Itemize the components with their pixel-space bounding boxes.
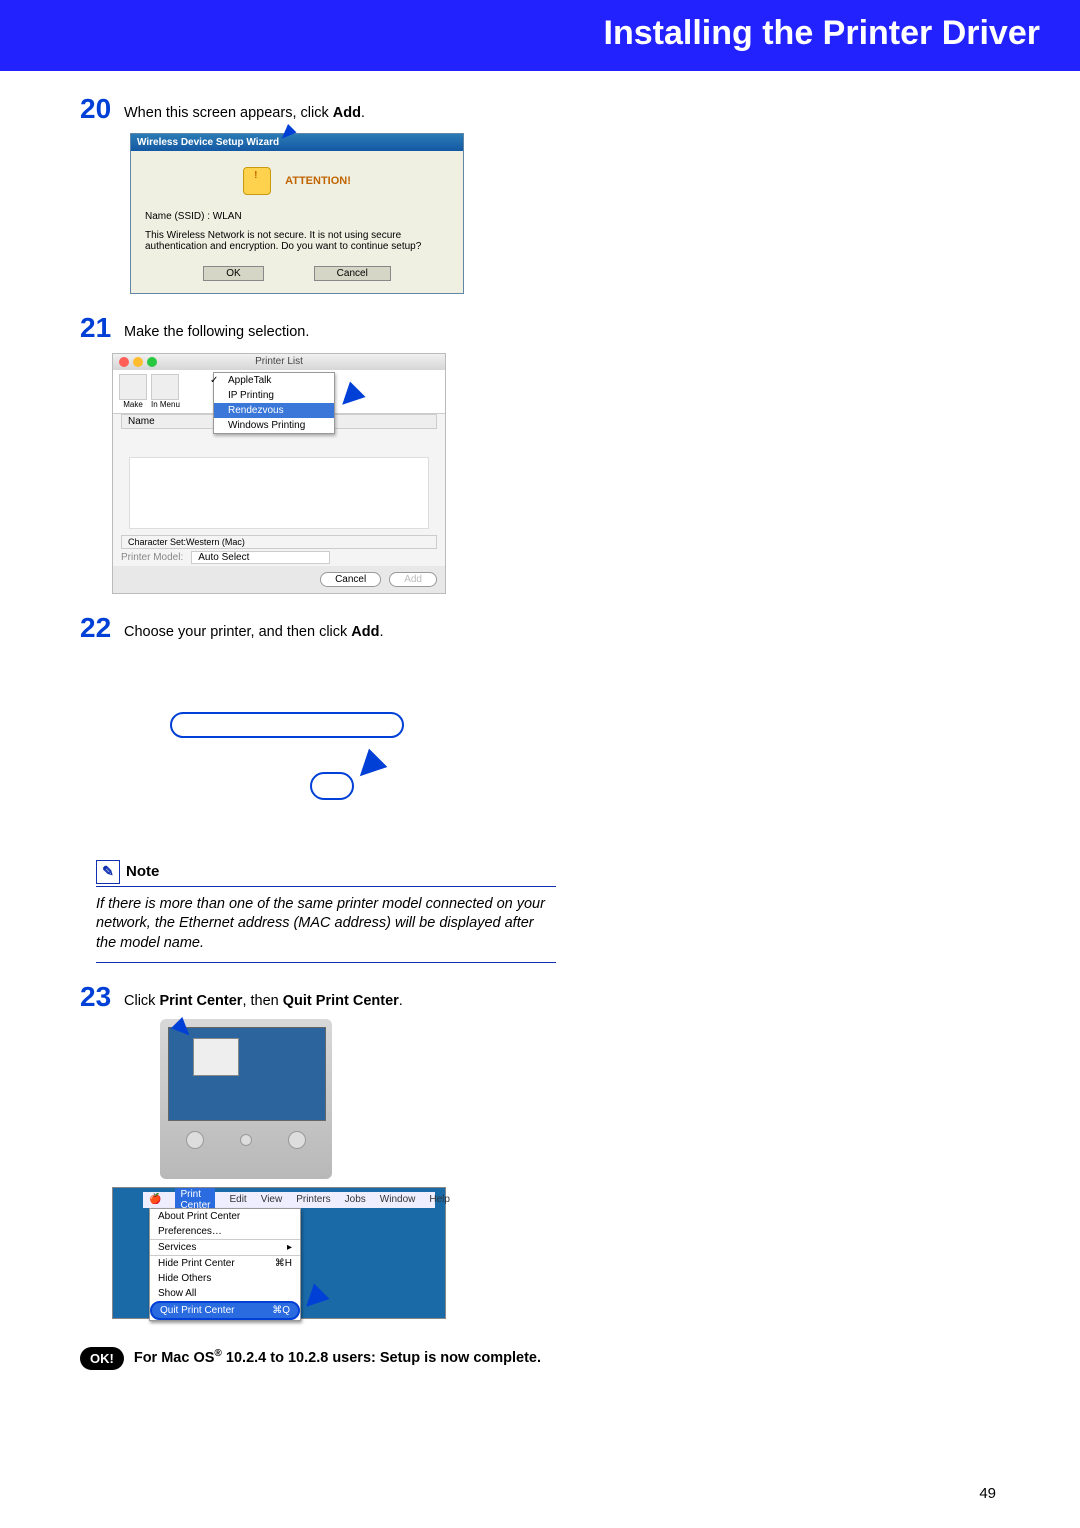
- pointer-arrow-icon: [298, 1283, 329, 1314]
- ssid-line: Name (SSID) : WLAN: [145, 211, 449, 222]
- dd-windows[interactable]: Windows Printing: [214, 418, 334, 433]
- ok-badge: OK!: [80, 1347, 124, 1370]
- dd-rendezvous[interactable]: Rendezvous: [214, 403, 334, 418]
- mac-titlebar: Printer List: [113, 354, 445, 370]
- page-title: Installing the Printer Driver: [604, 14, 1040, 52]
- menu-jobs[interactable]: Jobs: [345, 1194, 366, 1205]
- menu-show-all[interactable]: Show All: [150, 1286, 300, 1301]
- pointer-arrow-icon: [277, 124, 296, 143]
- menu-hide[interactable]: Hide Print Center⌘H: [150, 1255, 300, 1271]
- add-printer-icon[interactable]: [151, 374, 179, 400]
- menubar: 🍎 Print Center Edit View Printers Jobs W…: [143, 1192, 435, 1208]
- step-20: 20 When this screen appears, click Add.: [80, 93, 560, 123]
- step-text: When this screen appears, click Add.: [124, 93, 365, 123]
- mac-toolbar: Make In Menu AppleTalk IP Printing Rende…: [113, 370, 445, 414]
- completion-text: For Mac OS® 10.2.4 to 10.2.8 users: Setu…: [134, 1347, 541, 1368]
- add-button[interactable]: Add: [389, 572, 437, 587]
- wizard-warning: This Wireless Network is not secure. It …: [145, 230, 449, 252]
- highlight-bubble: [170, 712, 404, 738]
- menu-edit[interactable]: Edit: [229, 1194, 246, 1205]
- menu-services[interactable]: Services▸: [150, 1239, 300, 1255]
- screenshot-print-center-menu: 🍎 Print Center Edit View Printers Jobs W…: [112, 1187, 446, 1319]
- cancel-button[interactable]: Cancel: [314, 266, 391, 281]
- note-label: Note: [126, 863, 159, 880]
- print-center-dropdown: About Print Center Preferences… Services…: [149, 1208, 301, 1321]
- note-text: If there is more than one of the same pr…: [96, 893, 556, 962]
- step-21: 21 Make the following selection.: [80, 312, 560, 342]
- dd-appletalk[interactable]: AppleTalk: [214, 373, 334, 388]
- page-body: 20 When this screen appears, click Add. …: [0, 71, 1080, 1430]
- attention-icon: [243, 167, 271, 195]
- pointer-arrow-icon: [351, 749, 388, 786]
- menu-quit[interactable]: Quit Print Center⌘Q: [150, 1301, 300, 1320]
- cancel-button[interactable]: Cancel: [320, 572, 381, 587]
- completion-row: OK! For Mac OS® 10.2.4 to 10.2.8 users: …: [80, 1347, 560, 1370]
- menu-view[interactable]: View: [261, 1194, 283, 1205]
- menu-about[interactable]: About Print Center: [150, 1209, 300, 1224]
- dd-ip[interactable]: IP Printing: [214, 388, 334, 403]
- screenshot-choose-printer: [130, 652, 462, 842]
- menu-window[interactable]: Window: [380, 1194, 416, 1205]
- printer-model-select[interactable]: Auto Select: [191, 551, 330, 564]
- printer-list-area[interactable]: [129, 457, 429, 529]
- note-box: ✎ Note If there is more than one of the …: [96, 860, 556, 963]
- pointer-arrow-icon: [334, 381, 365, 412]
- menu-help[interactable]: Help: [429, 1194, 450, 1205]
- menu-printers[interactable]: Printers: [296, 1194, 330, 1205]
- step-23: 23 Click Print Center, then Quit Print C…: [80, 981, 560, 1011]
- connection-dropdown[interactable]: AppleTalk IP Printing Rendezvous Windows…: [213, 372, 335, 434]
- wizard-titlebar: Wireless Device Setup Wizard: [131, 134, 463, 151]
- step-22: 22 Choose your printer, and then click A…: [80, 612, 560, 642]
- monitor-graphic: [160, 1019, 332, 1179]
- page-number: 49: [979, 1485, 996, 1502]
- screenshot-wizard: Wireless Device Setup Wizard ATTENTION! …: [130, 133, 560, 294]
- step-number: 20: [80, 93, 124, 123]
- charset-row: Character Set:Western (Mac): [121, 535, 437, 549]
- pointer-arrow-icon: [171, 1017, 195, 1041]
- menu-preferences[interactable]: Preferences…: [150, 1224, 300, 1239]
- screenshot-printer-list: Printer List Make In Menu AppleTalk IP P…: [112, 353, 560, 594]
- make-default-icon[interactable]: [119, 374, 147, 400]
- highlight-bubble: [310, 772, 354, 800]
- page-header: Installing the Printer Driver: [0, 0, 1080, 71]
- apple-menu-icon[interactable]: 🍎: [149, 1194, 161, 1205]
- ok-button[interactable]: OK: [203, 266, 263, 281]
- attention-label: ATTENTION!: [285, 175, 351, 187]
- note-icon: ✎: [96, 860, 120, 884]
- menu-hide-others[interactable]: Hide Others: [150, 1271, 300, 1286]
